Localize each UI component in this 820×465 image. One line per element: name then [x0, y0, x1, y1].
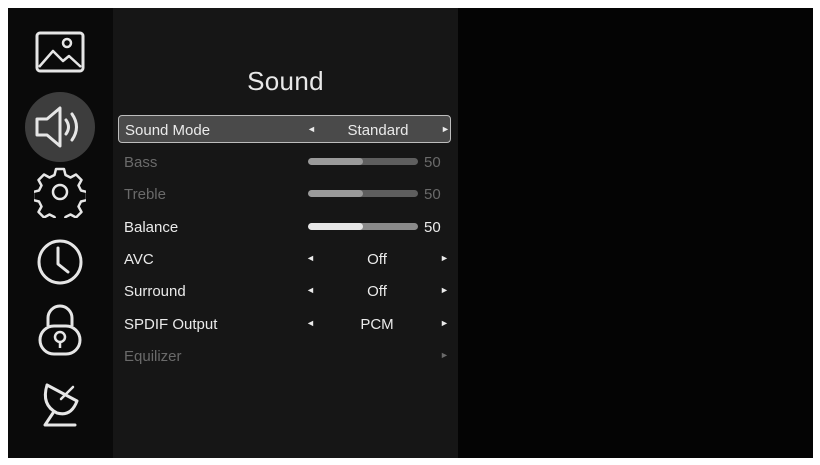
slider-fill — [308, 223, 363, 230]
sidebar-item-picture[interactable] — [23, 20, 97, 84]
tv-menu-screen: Sound Sound Mode ◄ Standard ► Bass 50 Tr… — [8, 8, 813, 458]
menu-row-value: Off — [367, 251, 387, 268]
arrow-right-icon[interactable]: ► — [440, 253, 449, 263]
menu-row-label: AVC — [124, 251, 154, 268]
lock-icon — [38, 304, 82, 356]
settings-gear-icon — [34, 167, 86, 218]
slider-value: 50 — [424, 186, 441, 203]
sound-menu-panel: Sound Sound Mode ◄ Standard ► Bass 50 Tr… — [113, 8, 458, 458]
slider-value: 50 — [424, 154, 441, 171]
menu-row-value: PCM — [360, 316, 394, 333]
balance-slider[interactable] — [308, 223, 418, 230]
menu-row-equilizer[interactable]: Equilizer ► — [118, 342, 451, 370]
menu-row-label: Equilizer — [124, 348, 182, 365]
menu-row-bass[interactable]: Bass 50 — [118, 148, 451, 176]
menu-row-sound-mode[interactable]: Sound Mode ◄ Standard ► — [118, 115, 451, 143]
menu-row-avc[interactable]: AVC ◄ Off ► — [118, 245, 451, 273]
arrow-right-icon[interactable]: ► — [440, 285, 449, 295]
arrow-right-icon[interactable]: ► — [441, 124, 450, 134]
menu-row-balance[interactable]: Balance 50 — [118, 213, 451, 241]
treble-slider[interactable] — [308, 190, 418, 197]
page-title: Sound — [247, 66, 324, 96]
slider-fill — [308, 190, 363, 197]
menu-row-label: Sound Mode — [125, 122, 211, 139]
clock-icon — [37, 239, 83, 285]
menu-row-label: SPDIF Output — [124, 316, 218, 333]
sidebar — [8, 8, 113, 458]
menu-row-label: Bass — [124, 154, 158, 171]
sidebar-item-settings[interactable] — [23, 160, 97, 224]
menu-row-surround[interactable]: Surround ◄ Off ► — [118, 277, 451, 305]
sound-icon — [35, 106, 78, 148]
sidebar-item-channel[interactable] — [23, 372, 97, 436]
slider-value: 50 — [424, 219, 441, 236]
menu-row-spdif-output[interactable]: SPDIF Output ◄ PCM ► — [118, 310, 451, 338]
sidebar-item-sound[interactable] — [23, 92, 97, 162]
menu-row-label: Balance — [124, 219, 179, 236]
sidebar-item-lock[interactable] — [23, 298, 97, 362]
menu-row-value: Standard — [347, 122, 409, 139]
sidebar-item-time[interactable] — [23, 230, 97, 294]
bass-slider[interactable] — [308, 158, 418, 165]
satellite-dish-icon — [43, 383, 79, 427]
arrow-right-icon[interactable]: ► — [440, 318, 449, 328]
menu-row-value: Off — [367, 283, 387, 300]
arrow-right-icon[interactable]: ► — [440, 350, 449, 360]
menu-row-label: Surround — [124, 283, 186, 300]
active-item-highlight — [25, 92, 95, 162]
menu-row-treble[interactable]: Treble 50 — [118, 180, 451, 208]
slider-fill — [308, 158, 363, 165]
picture-icon — [35, 31, 85, 73]
menu-row-label: Treble — [124, 186, 166, 203]
